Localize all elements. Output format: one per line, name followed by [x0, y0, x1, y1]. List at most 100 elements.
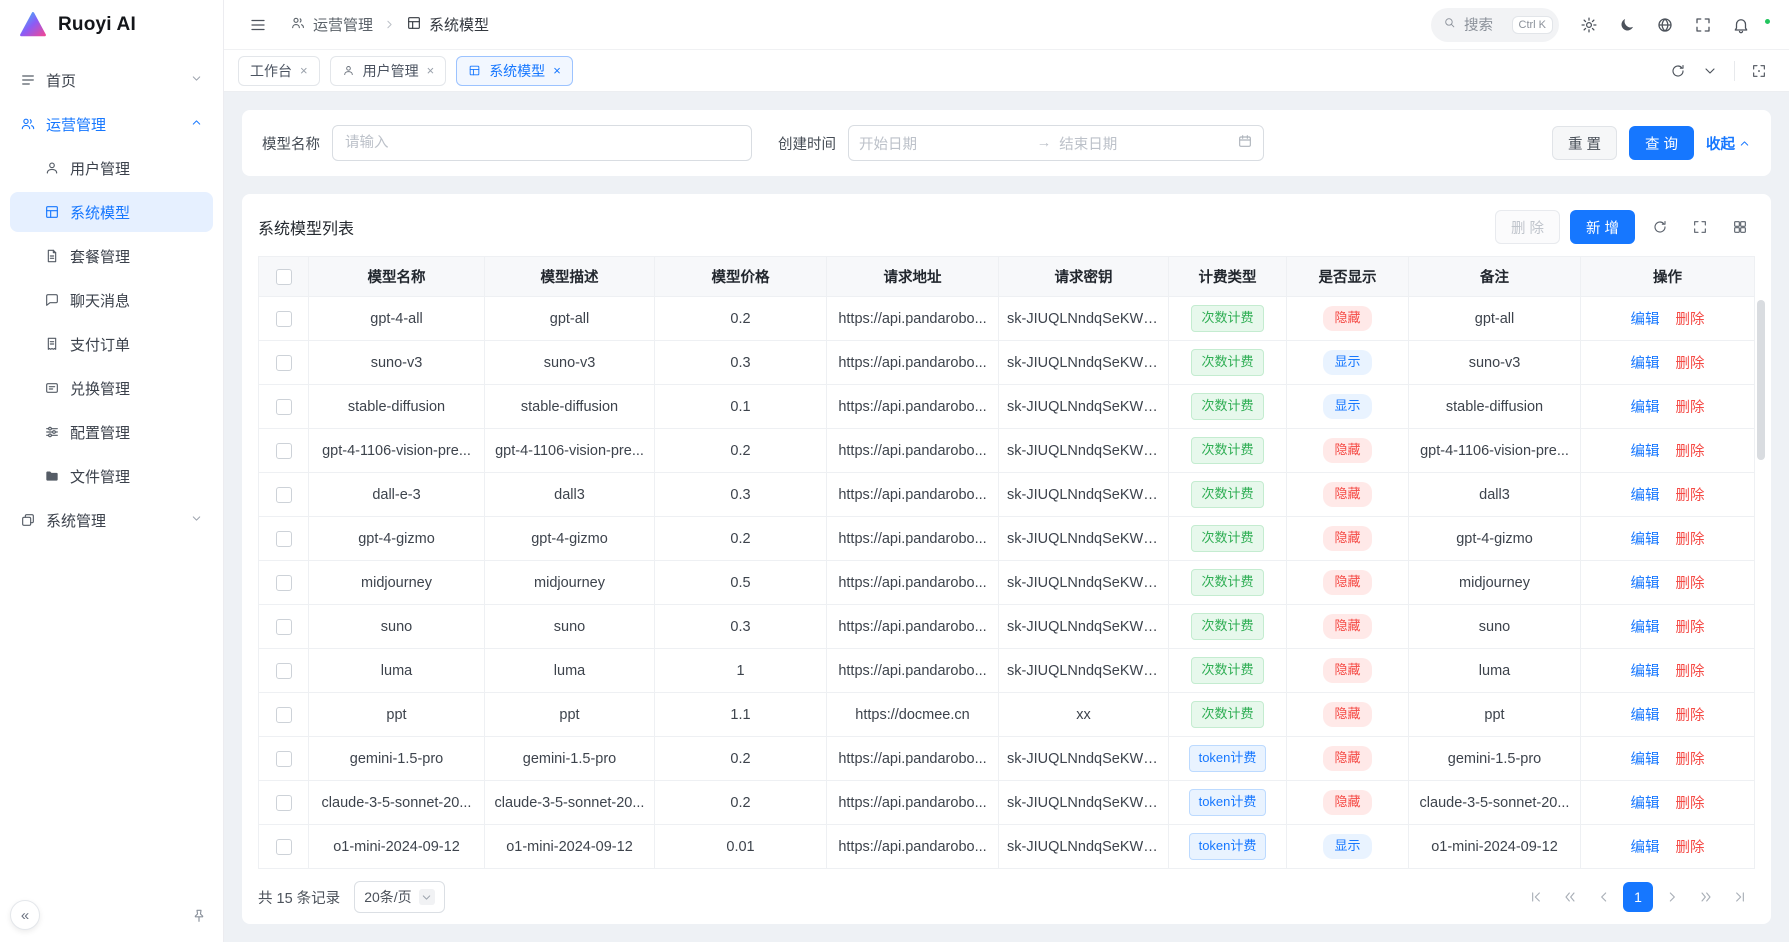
settings-gear-icon[interactable]: [1573, 9, 1605, 41]
refresh-icon[interactable]: [1662, 55, 1694, 87]
edit-link[interactable]: 编辑: [1631, 312, 1660, 328]
query-button[interactable]: 查 询: [1629, 126, 1694, 160]
row-checkbox[interactable]: [276, 355, 292, 371]
page-size-select[interactable]: 20条/页: [354, 881, 444, 913]
delete-link[interactable]: 删除: [1676, 796, 1705, 812]
edit-link[interactable]: 编辑: [1631, 840, 1660, 856]
dark-mode-moon-icon[interactable]: [1611, 9, 1643, 41]
tab-close-icon[interactable]: ×: [300, 64, 308, 77]
pin-sidebar-icon[interactable]: [191, 908, 207, 928]
billing-type-tag: 次数计费: [1191, 437, 1263, 463]
sidebar-item-exchange-management[interactable]: 兑换管理: [10, 368, 213, 408]
delete-link[interactable]: 删除: [1676, 752, 1705, 768]
delete-link[interactable]: 删除: [1676, 840, 1705, 856]
tab-system-model[interactable]: 系统模型 ×: [456, 56, 573, 86]
edit-link[interactable]: 编辑: [1631, 620, 1660, 636]
reset-button[interactable]: 重 置: [1552, 126, 1617, 160]
delete-link[interactable]: 删除: [1676, 708, 1705, 724]
sidebar-item-home[interactable]: 首页: [10, 60, 213, 100]
row-checkbox[interactable]: [276, 795, 292, 811]
sidebar-collapse-button[interactable]: «: [10, 900, 40, 930]
row-checkbox[interactable]: [276, 487, 292, 503]
sidebar-group-operations[interactable]: 运营管理: [10, 104, 213, 144]
edit-link[interactable]: 编辑: [1631, 796, 1660, 812]
cell-visible: 隐藏: [1287, 781, 1409, 825]
table-fullscreen-icon[interactable]: [1685, 212, 1715, 242]
cell-visible: 隐藏: [1287, 561, 1409, 605]
edit-link[interactable]: 编辑: [1631, 664, 1660, 680]
delete-link[interactable]: 删除: [1676, 532, 1705, 548]
model-name-input[interactable]: [332, 125, 752, 161]
sidebar-item-package-management[interactable]: 套餐管理: [10, 236, 213, 276]
tab-user-management[interactable]: 用户管理 ×: [330, 56, 447, 86]
collapse-filter-button[interactable]: 收起: [1706, 133, 1751, 154]
chevron-down-icon[interactable]: [1694, 55, 1726, 87]
delete-link[interactable]: 删除: [1676, 400, 1705, 416]
edit-link[interactable]: 编辑: [1631, 444, 1660, 460]
tab-close-icon[interactable]: ×: [553, 64, 561, 77]
select-all-checkbox[interactable]: [276, 269, 292, 285]
row-checkbox[interactable]: [276, 443, 292, 459]
language-translate-icon[interactable]: [1649, 9, 1681, 41]
cell-billing-type: 次数计费: [1169, 605, 1287, 649]
column-settings-icon[interactable]: [1725, 212, 1755, 242]
breadcrumb-system-model[interactable]: 系统模型: [406, 14, 489, 35]
prev-page-button[interactable]: [1589, 882, 1619, 912]
cell-model-price: 0.01: [655, 825, 827, 869]
edit-link[interactable]: 编辑: [1631, 400, 1660, 416]
row-checkbox[interactable]: [276, 311, 292, 327]
delete-link[interactable]: 删除: [1676, 356, 1705, 372]
delete-link[interactable]: 删除: [1676, 312, 1705, 328]
edit-link[interactable]: 编辑: [1631, 576, 1660, 592]
app-logo[interactable]: Ruoyi AI: [0, 0, 223, 50]
date-range-picker[interactable]: 开始日期 → 结束日期: [848, 125, 1264, 161]
refresh-icon[interactable]: [1645, 212, 1675, 242]
edit-link[interactable]: 编辑: [1631, 532, 1660, 548]
delete-link[interactable]: 删除: [1676, 576, 1705, 592]
delete-link[interactable]: 删除: [1676, 488, 1705, 504]
delete-button[interactable]: 删 除: [1495, 210, 1560, 244]
next-group-button[interactable]: [1691, 882, 1721, 912]
delete-link[interactable]: 删除: [1676, 664, 1705, 680]
row-checkbox[interactable]: [276, 399, 292, 415]
delete-link[interactable]: 删除: [1676, 620, 1705, 636]
sidebar-item-file-management[interactable]: 文件管理: [10, 456, 213, 496]
tab-workbench[interactable]: 工作台 ×: [238, 56, 320, 86]
hamburger-menu-icon[interactable]: [242, 9, 274, 41]
row-checkbox[interactable]: [276, 707, 292, 723]
add-button[interactable]: 新 增: [1570, 210, 1635, 244]
global-search[interactable]: 搜索 Ctrl K: [1431, 8, 1559, 42]
edit-link[interactable]: 编辑: [1631, 708, 1660, 724]
row-select-cell: [259, 605, 309, 649]
row-checkbox[interactable]: [276, 575, 292, 591]
next-page-button[interactable]: [1657, 882, 1687, 912]
row-checkbox[interactable]: [276, 663, 292, 679]
breadcrumb-operations[interactable]: 运营管理: [290, 14, 373, 35]
tab-close-icon[interactable]: ×: [427, 64, 435, 77]
row-checkbox[interactable]: [276, 751, 292, 767]
row-checkbox[interactable]: [276, 531, 292, 547]
sidebar-item-system-model[interactable]: 系统模型: [10, 192, 213, 232]
sidebar-item-payment-orders[interactable]: 支付订单: [10, 324, 213, 364]
current-page-button[interactable]: 1: [1623, 882, 1653, 912]
data-table: 模型名称 模型描述 模型价格 请求地址 请求密钥 计费类型 是否显示 备注 操作: [258, 256, 1755, 869]
cell-model-desc: midjourney: [485, 561, 655, 605]
edit-link[interactable]: 编辑: [1631, 752, 1660, 768]
cell-billing-type: 次数计费: [1169, 517, 1287, 561]
content-fullscreen-icon[interactable]: [1743, 55, 1775, 87]
edit-link[interactable]: 编辑: [1631, 356, 1660, 372]
delete-link[interactable]: 删除: [1676, 444, 1705, 460]
edit-link[interactable]: 编辑: [1631, 488, 1660, 504]
row-checkbox[interactable]: [276, 839, 292, 855]
sidebar-item-chat-messages[interactable]: 聊天消息: [10, 280, 213, 320]
last-page-button[interactable]: [1725, 882, 1755, 912]
row-checkbox[interactable]: [276, 619, 292, 635]
sidebar-item-config-management[interactable]: 配置管理: [10, 412, 213, 452]
sidebar-item-user-management[interactable]: 用户管理: [10, 148, 213, 188]
table-vertical-scrollbar[interactable]: [1757, 300, 1765, 460]
notifications-bell-icon[interactable]: [1725, 9, 1757, 41]
sidebar-group-system[interactable]: 系统管理: [10, 500, 213, 540]
first-page-button[interactable]: [1521, 882, 1551, 912]
fullscreen-icon[interactable]: [1687, 9, 1719, 41]
prev-group-button[interactable]: [1555, 882, 1585, 912]
